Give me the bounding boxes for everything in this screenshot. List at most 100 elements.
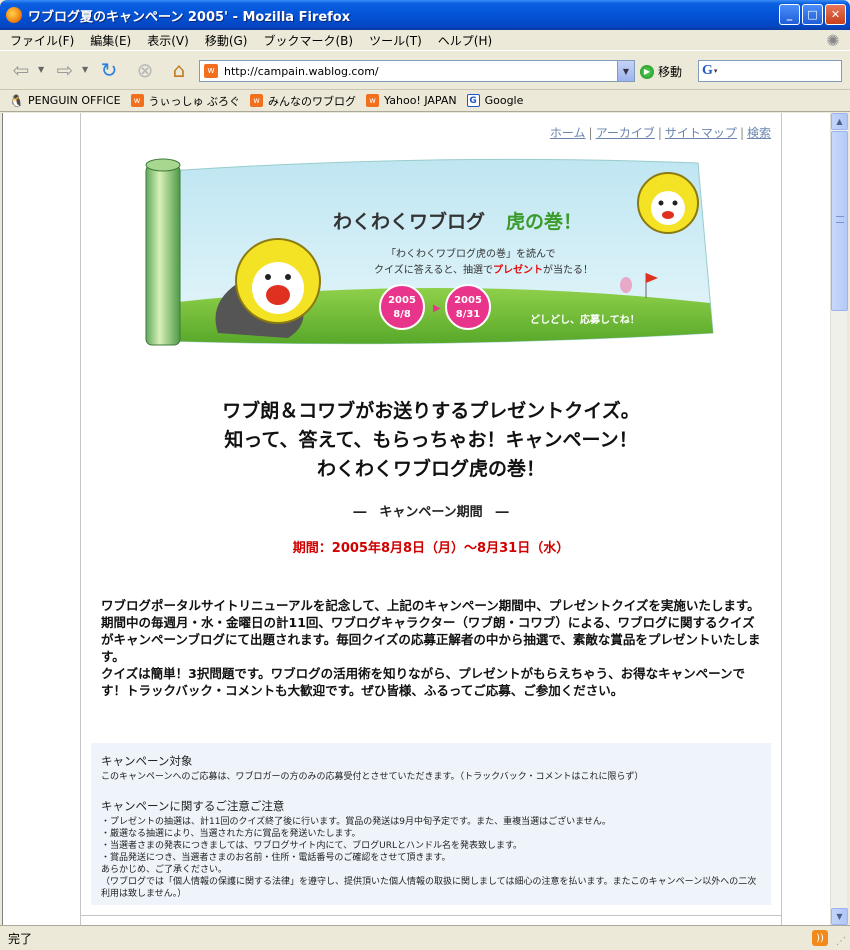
menu-help[interactable]: ヘルプ(H) — [438, 32, 492, 49]
target-text: このキャンペーンへのご応募は、ワブロガーの方のみの応募受付とさせていただきます。… — [101, 772, 644, 782]
banner-title-accent: 虎の巻！ — [506, 210, 582, 233]
page-container: ホーム | アーカイブ | サイトマップ | 検索 わくわくワブログ 虎の巻！ … — [80, 113, 782, 925]
scrollbar-grip-icon — [836, 216, 844, 223]
go-button[interactable]: ▶ 移動 — [640, 63, 682, 80]
headline-line1: ワブ朗＆コワブがお送りするプレゼントクイズ。 — [222, 400, 640, 422]
intro-paragraph: ワブログポータルサイトリニューアルを記念して、上記のキャンペーン期間中、プレゼン… — [101, 598, 760, 613]
kowab-character-right — [637, 172, 699, 234]
wablog-favicon-icon: w — [366, 94, 380, 107]
navigation-toolbar: ⇦ ▼ ⇨ ▼ ↻ ⊗ ⌂ w ▼ ▶ 移動 G ▾ — [0, 50, 850, 90]
google-favicon-icon: G — [466, 94, 480, 107]
rss-feed-icon[interactable]: )) — [812, 930, 828, 946]
svg-text:8/31: 8/31 — [456, 309, 481, 320]
banner-title-main: わくわくワブログ — [333, 210, 485, 233]
status-text: 完了 — [8, 931, 33, 946]
scrollbar-thumb[interactable] — [831, 131, 848, 311]
campaign-period-title: ― キャンペーン期間 ― — [353, 505, 509, 520]
bookmark-yahoo-japan[interactable]: w Yahoo! JAPAN — [366, 94, 457, 107]
search-engine-dropdown-icon[interactable]: ▾ — [714, 67, 718, 75]
page-bottom-divider — [81, 915, 781, 916]
stop-button[interactable]: ⊗ — [132, 57, 158, 83]
menu-file[interactable]: ファイル(F) — [10, 32, 74, 49]
wablog-favicon-icon: w — [250, 94, 264, 107]
scroll-up-button[interactable]: ▲ — [831, 113, 848, 130]
menu-edit[interactable]: 編集(E) — [90, 32, 131, 49]
caution-line: ・賞品発送につき、当選者さまのお名前・住所・電話番号のご確認をさせて頂きます。 — [101, 853, 451, 863]
link-search[interactable]: 検索 — [747, 126, 771, 140]
intro-paragraph: クイズは簡単！3択問題です。ワブログの活用術を知りながら、プレゼントがもらえちゃ… — [101, 666, 745, 698]
firefox-icon — [6, 7, 22, 23]
status-bar: 完了 )) ⋰ — [0, 925, 850, 950]
scroll-up-arrow-icon: ▲ — [836, 117, 843, 126]
banner-scroll-roll — [145, 164, 181, 346]
top-navigation-links: ホーム | アーカイブ | サイトマップ | 検索 — [549, 126, 771, 140]
start-date-badge: 2005 8/8 — [379, 284, 425, 330]
back-history-dropdown-icon[interactable]: ▼ — [38, 65, 44, 74]
target-title: キャンペーン対象 — [101, 754, 193, 768]
forward-button[interactable]: ⇨ — [52, 57, 78, 83]
bookmark-wish-blog[interactable]: w うぃっしゅ ぶろぐ — [130, 93, 240, 109]
window-title: ワブログ夏のキャンペーン 2005' - Mozilla Firefox — [28, 9, 351, 25]
bookmarks-toolbar: 🐧 PENGUIN OFFICE w うぃっしゅ ぶろぐ w みんなのワブログ … — [0, 90, 850, 112]
forward-history-dropdown-icon[interactable]: ▼ — [82, 65, 88, 74]
menu-bookmarks[interactable]: ブックマーク(B) — [263, 32, 353, 49]
menu-bar: ファイル(F) 編集(E) 表示(V) 移動(G) ブックマーク(B) ツール(… — [0, 30, 850, 50]
banner-tagline: どしどし、応募してね！ — [530, 313, 640, 326]
search-box[interactable]: G ▾ — [698, 60, 842, 82]
penguin-icon: 🐧 — [9, 93, 24, 108]
caution-title: キャンペーンに関するご注意ご注意 — [101, 799, 285, 813]
end-date-badge: 2005 8/31 — [445, 284, 491, 330]
headline-line3: わくわくワブログ虎の巻！ — [316, 458, 545, 480]
go-label: 移動 — [658, 65, 683, 79]
menu-go[interactable]: 移動(G) — [205, 32, 248, 49]
resize-grip-icon[interactable]: ⋰ — [836, 936, 848, 948]
caution-line: （ワブログでは「個人情報の保護に関する法律」を遵守し、提供頂いた個人情報の取扱に… — [101, 877, 757, 899]
page-viewport: ホーム | アーカイブ | サイトマップ | 検索 わくわくワブログ 虎の巻！ … — [2, 113, 830, 925]
intro-paragraph: 期間中の毎週月・水・金曜日の計11回、ワブログキャラクター（ワブ朗・コワブ）によ… — [101, 615, 761, 664]
google-search-icon[interactable]: G — [702, 63, 713, 79]
scroll-down-button[interactable]: ▼ — [831, 908, 848, 925]
bookmark-minna-wablog[interactable]: w みんなのワブログ — [250, 93, 356, 109]
stop-icon: ⊗ — [136, 58, 154, 82]
maximize-button[interactable]: □ — [802, 4, 823, 25]
back-button[interactable]: ⇦ — [8, 57, 34, 83]
headline-line2: 知って、答えて、もらっちゃお！キャンペーン！ — [224, 429, 638, 451]
forward-arrow-icon: ⇨ — [56, 58, 74, 82]
svg-text:8/8: 8/8 — [393, 309, 411, 320]
link-sitemap[interactable]: サイトマップ — [665, 126, 737, 140]
scroll-down-arrow-icon: ▼ — [836, 912, 843, 921]
window-controls: _ □ ✕ — [779, 4, 846, 25]
svg-text:2005: 2005 — [388, 295, 416, 306]
campaign-period-date: 期間：2005年8月8日（月）～8月31日（水） — [292, 541, 570, 556]
home-icon: ⌂ — [172, 58, 186, 82]
home-button[interactable]: ⌂ — [166, 57, 192, 83]
campaign-intro: ワブログポータルサイトリニューアルを記念して、上記のキャンペーン期間中、プレゼン… — [101, 597, 761, 699]
window-titlebar: ワブログ夏のキャンペーン 2005' - Mozilla Firefox _ □… — [0, 0, 850, 30]
close-button[interactable]: ✕ — [825, 4, 846, 25]
go-arrow-icon: ▶ — [640, 64, 654, 79]
banner-desc-line2: クイズに答えると、抽選でプレゼントが当たる！ — [374, 263, 593, 276]
caution-line: ・厳選なる抽選により、当選された方に賞品を発送いたします。 — [101, 829, 361, 839]
campaign-banner: わくわくワブログ 虎の巻！ 「わくわくワブログ虎の巻」を読んで クイズに答えると… — [145, 158, 714, 346]
bookmark-penguin-office[interactable]: 🐧 PENGUIN OFFICE — [9, 93, 121, 108]
bookmark-google[interactable]: G Google — [466, 94, 523, 107]
reload-icon: ↻ — [100, 58, 118, 82]
caution-line: ・プレゼントの抽選は、計11回のクイズ終了後に行います。賞品の発送は9月中旬予定… — [101, 817, 611, 827]
url-history-dropdown-icon[interactable]: ▼ — [617, 61, 634, 81]
site-favicon-icon: w — [204, 64, 218, 78]
caution-line: あらかじめ、ご了承ください。 — [101, 865, 228, 875]
link-home[interactable]: ホーム — [550, 126, 586, 140]
menu-view[interactable]: 表示(V) — [147, 32, 189, 49]
vertical-scrollbar[interactable]: ▲ ▼ — [830, 113, 848, 925]
campaign-notice-box: キャンペーン対象 このキャンペーンへのご応募は、ワブロガーの方のみの応募受付とさ… — [91, 743, 771, 905]
date-arrow-icon: ▶ — [433, 303, 441, 314]
url-input[interactable] — [224, 64, 614, 78]
link-archive[interactable]: アーカイブ — [596, 126, 655, 140]
menu-tools[interactable]: ツール(T) — [369, 32, 422, 49]
back-arrow-icon: ⇦ — [12, 58, 30, 82]
throbber-icon: ✺ — [826, 31, 840, 50]
minimize-button[interactable]: _ — [779, 4, 800, 25]
address-bar[interactable]: w ▼ — [199, 60, 635, 82]
reload-button[interactable]: ↻ — [96, 57, 122, 83]
svg-text:2005: 2005 — [454, 295, 482, 306]
